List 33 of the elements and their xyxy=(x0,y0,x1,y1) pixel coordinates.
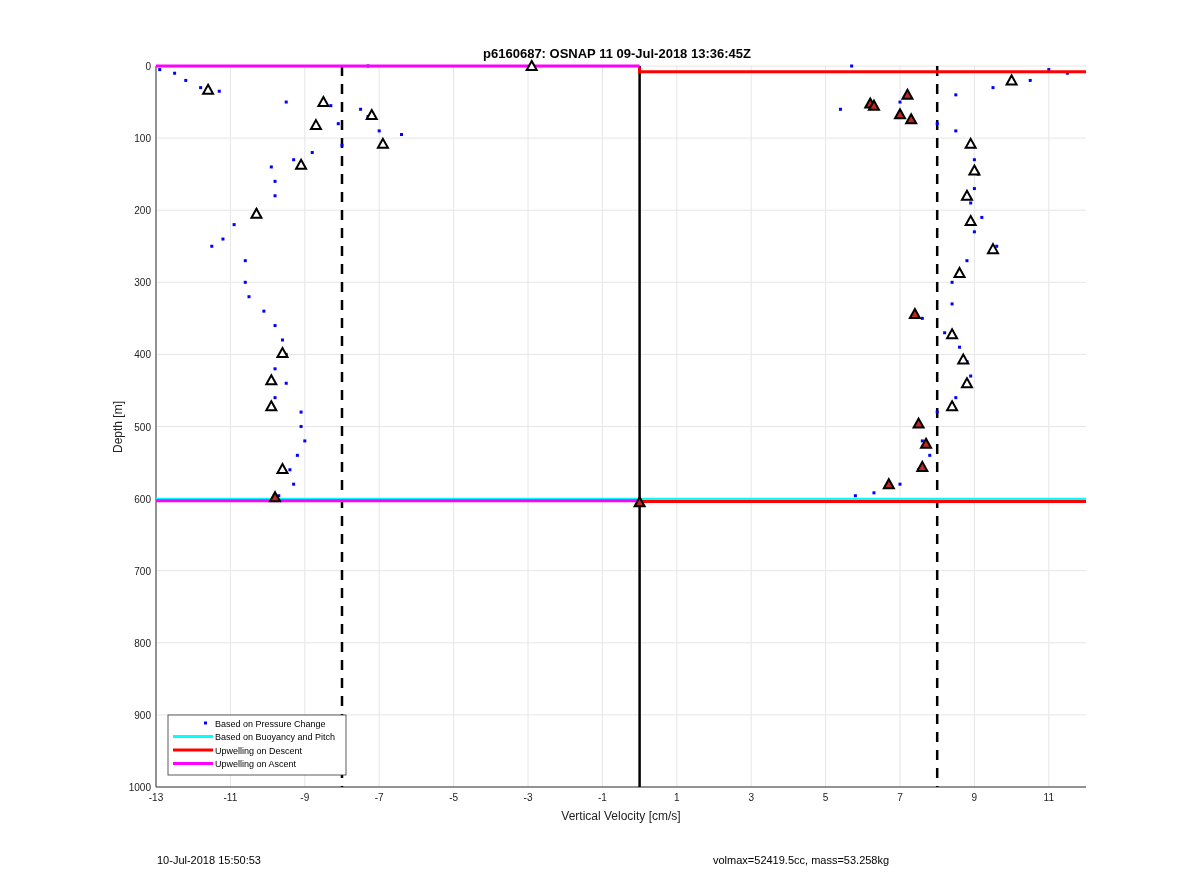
y-tick-label: 100 xyxy=(134,133,151,145)
x-tick-label: 11 xyxy=(1043,792,1054,803)
x-tick-label: 9 xyxy=(971,792,978,803)
y-tick-label: 800 xyxy=(134,637,151,649)
x-tick-label: 5 xyxy=(822,792,829,803)
x-tick-label: -7 xyxy=(374,792,384,803)
y-tick-label: 500 xyxy=(134,421,151,433)
x-tick-label: -9 xyxy=(300,792,310,803)
y-axis-label: Depth [m] xyxy=(111,401,125,453)
x-tick-label: -3 xyxy=(523,792,533,803)
timestamp-text: 10-Jul-2018 15:50:53 xyxy=(157,854,261,866)
x-tick-label: -5 xyxy=(449,792,459,803)
y-tick-label: 900 xyxy=(134,709,151,721)
x-axis-label: Vertical Velocity [cm/s] xyxy=(561,809,681,823)
legend-label: Upwelling on Ascent xyxy=(215,759,297,769)
x-tick-label: -13 xyxy=(148,792,164,803)
x-tick-label: 7 xyxy=(897,792,903,803)
x-tick-label: 3 xyxy=(748,792,754,803)
chart-title: p6160687: OSNAP 11 09-Jul-2018 13:36:45Z xyxy=(483,46,751,61)
y-tick-label: 400 xyxy=(134,349,151,361)
volume-mass-text: volmax=52419.5cc, mass=53.258kg xyxy=(713,854,890,866)
y-tick-label: 700 xyxy=(134,565,151,577)
y-tick-label: 0 xyxy=(145,61,151,72)
legend-label: Based on Buoyancy and Pitch xyxy=(215,732,336,742)
legend-label: Based on Pressure Change xyxy=(215,718,326,729)
y-tick-label: 300 xyxy=(134,277,151,289)
y-tick-label: 600 xyxy=(134,493,151,505)
legend-label: Upwelling on Descent xyxy=(215,745,303,756)
x-tick-label: 1 xyxy=(674,792,680,803)
y-tick-label: 200 xyxy=(134,205,151,217)
x-tick-label: -11 xyxy=(223,792,238,803)
y-tick-label: 1000 xyxy=(128,782,151,793)
x-tick-label: -1 xyxy=(597,792,607,803)
